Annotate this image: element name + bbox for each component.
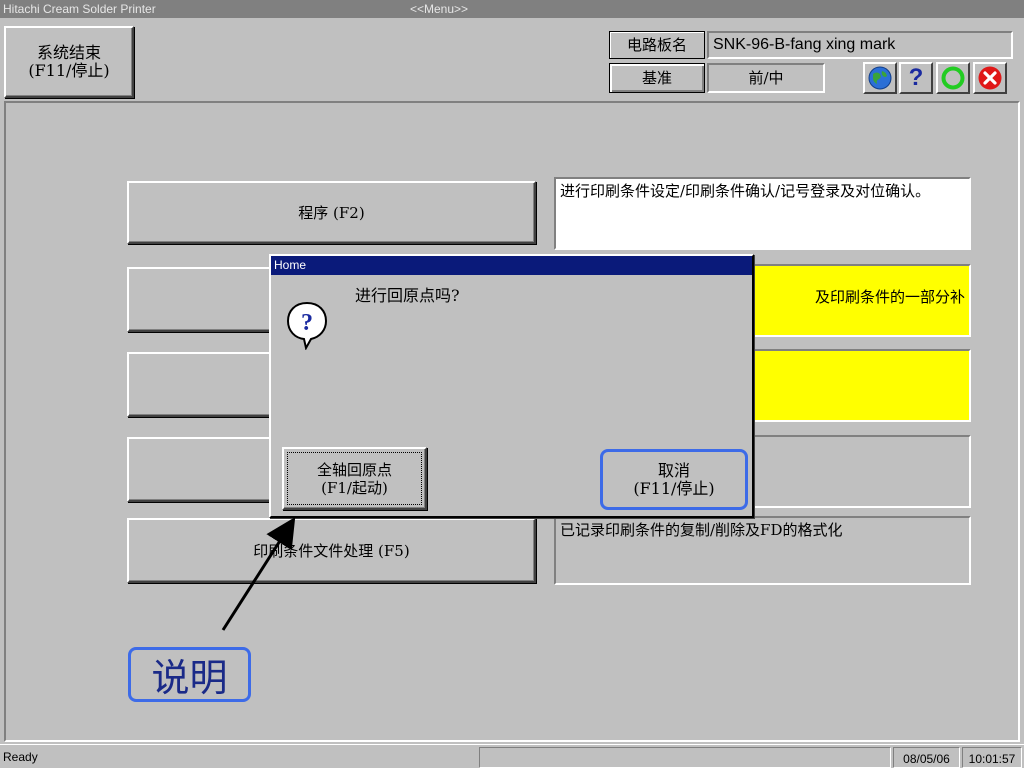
status-date: 08/05/06	[903, 752, 950, 766]
annotation-text: 说明	[151, 656, 228, 700]
status-text: Ready	[3, 750, 38, 764]
status-time: 10:01:57	[968, 752, 1016, 766]
status-panel	[479, 747, 891, 768]
status-bar: Ready 08/05/06 10:01:57	[0, 744, 1024, 768]
annotation-label: 说明	[128, 647, 251, 702]
status-time-panel: 10:01:57	[962, 747, 1022, 768]
status-date-panel: 08/05/06	[893, 747, 960, 768]
